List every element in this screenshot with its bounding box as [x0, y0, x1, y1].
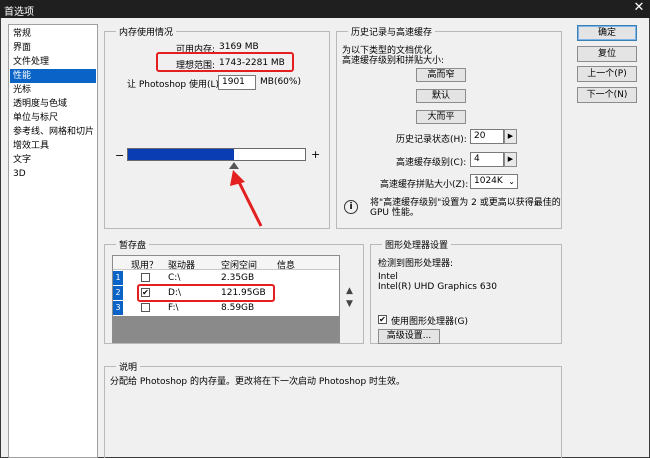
sidebar-item-type[interactable]: 文字	[10, 153, 96, 167]
category-list[interactable]: 常规 界面 文件处理 性能 光标 透明度与色域 单位与标尺 参考线、网格和切片 …	[8, 24, 98, 458]
annotation-arrow-icon	[230, 170, 263, 227]
sidebar-item-transparency[interactable]: 透明度与色域	[10, 97, 96, 111]
available-memory-value: 3169 MB	[219, 42, 259, 52]
close-icon[interactable]: ✕	[631, 1, 647, 16]
row-active-checkbox[interactable]	[141, 303, 150, 312]
row-drive: C:\	[168, 273, 181, 283]
cache-tile-label: 高速缓存拼贴大小(Z):	[380, 180, 469, 190]
row-active-checkbox[interactable]	[141, 273, 150, 282]
advanced-settings-button[interactable]: 高级设置...	[378, 329, 440, 344]
ideal-range-value: 1743-2281 MB	[219, 58, 285, 68]
minus-icon: −	[115, 149, 125, 162]
default-button[interactable]: 默认	[416, 89, 466, 103]
history-group-title: 历史记录与高速缓存	[348, 25, 436, 38]
scratch-group-title: 暂存盘	[116, 238, 150, 251]
prev-button[interactable]: 上一个(P)	[577, 66, 637, 82]
row-drive: F:\	[168, 303, 179, 313]
ideal-range-label: 理想范围:	[176, 61, 216, 71]
row-number: 1	[113, 271, 123, 285]
row-number: 3	[113, 301, 123, 315]
sidebar-item-units[interactable]: 单位与标尺	[10, 111, 96, 125]
move-up-icon[interactable]: ▲	[346, 286, 353, 296]
plus-icon: +	[311, 148, 321, 161]
table-row[interactable]: 3 F:\ 8.59GB	[113, 301, 339, 315]
col-active: 现用？	[131, 261, 159, 271]
history-states-label: 历史记录状态(H):	[396, 135, 467, 145]
memory-use-suffix: MB(60%)	[260, 77, 301, 87]
table-header: 现用？ 驱动器 空闲空间 信息	[113, 256, 339, 271]
cache-levels-label: 高速缓存级别(C):	[396, 158, 467, 168]
row-number: 2	[113, 286, 123, 300]
cache-tile-value: 1024K	[474, 176, 503, 186]
cache-levels-spin-icon[interactable]: ▶	[504, 152, 517, 167]
move-down-icon[interactable]: ▼	[346, 299, 353, 309]
ok-button[interactable]: 确定	[577, 25, 637, 41]
let-photoshop-use-label: 让 Photoshop 使用(L):	[127, 80, 223, 90]
next-button[interactable]: 下一个(N)	[577, 87, 637, 103]
col-free-space: 空闲空间	[221, 261, 258, 271]
sidebar-item-3d[interactable]: 3D	[10, 167, 96, 181]
history-states-spin-icon[interactable]: ▶	[504, 129, 517, 144]
sidebar-item-file-handling[interactable]: 文件处理	[10, 55, 96, 69]
gpu-model: Intel(R) UHD Graphics 630	[378, 282, 497, 292]
gpu-detected-label: 检测到图形处理器:	[378, 259, 454, 269]
history-states-input[interactable]: 20	[470, 129, 504, 144]
cache-levels-input[interactable]: 4	[470, 152, 504, 167]
sidebar-item-plugins[interactable]: 增效工具	[10, 139, 96, 153]
big-flat-button[interactable]: 大而平	[416, 110, 466, 124]
memory-group-title: 内存使用情况	[116, 25, 177, 38]
gpu-vendor: Intel	[378, 272, 398, 282]
sidebar-item-cursors[interactable]: 光标	[10, 83, 96, 97]
col-drive: 驱动器	[168, 261, 196, 271]
sidebar-item-performance[interactable]: 性能	[10, 69, 96, 83]
title-bar: 首选项 ✕	[0, 0, 650, 18]
table-empty-area	[113, 316, 339, 342]
description-title: 说明	[116, 360, 141, 373]
window-title: 首选项	[4, 7, 34, 18]
memory-slider-fill	[128, 149, 235, 160]
chevron-down-icon: ⌄	[508, 177, 515, 186]
use-gpu-label: 使用图形处理器(G)	[391, 317, 468, 327]
memory-use-input[interactable]: 1901	[218, 75, 256, 90]
row-free: 8.59GB	[221, 303, 255, 313]
gpu-group-title: 图形处理器设置	[382, 238, 452, 251]
cache-tile-select[interactable]: 1024K ⌄	[470, 174, 518, 189]
cache-info-line2: GPU 性能。	[370, 208, 419, 218]
tall-thin-button[interactable]: 高而窄	[416, 68, 466, 82]
col-info: 信息	[277, 261, 296, 271]
optimize-line2: 高速缓存级别和拼贴大小:	[342, 56, 445, 66]
row-free: 2.35GB	[221, 273, 255, 283]
sidebar-item-guides[interactable]: 参考线、网格和切片	[10, 125, 96, 139]
table-row[interactable]: 1 C:\ 2.35GB	[113, 271, 339, 285]
sidebar-item-interface[interactable]: 界面	[10, 41, 96, 55]
description-text: 分配给 Photoshop 的内存量。更改将在下一次启动 Photoshop 时…	[110, 377, 406, 387]
sidebar-item-general[interactable]: 常规	[10, 27, 96, 41]
memory-slider-track[interactable]	[127, 148, 306, 161]
use-gpu-checkbox[interactable]: ✔	[378, 315, 387, 324]
info-icon: i	[344, 200, 358, 214]
reset-button[interactable]: 复位	[577, 46, 637, 62]
annotation-highlight-box	[137, 284, 275, 302]
